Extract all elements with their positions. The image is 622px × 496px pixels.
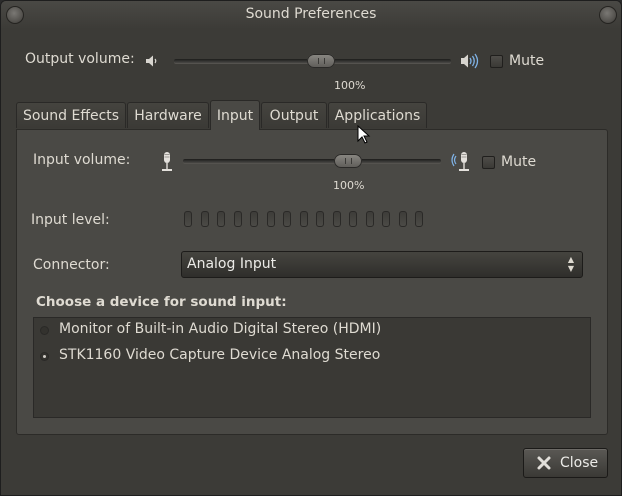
input-level-segment — [266, 211, 275, 227]
connector-combobox[interactable]: Analog Input ▲ ▼ — [181, 251, 583, 278]
input-level-segment — [283, 211, 291, 227]
input-level-segment — [398, 211, 407, 227]
mouse-cursor-icon — [357, 125, 371, 144]
input-level-label: Input level: — [31, 212, 110, 228]
device-radio-hdmi-monitor[interactable] — [40, 326, 49, 335]
microphone-low-icon[interactable] — [159, 151, 175, 173]
output-volume-slider-thumb[interactable] — [307, 54, 335, 68]
close-button-label: Close — [560, 455, 599, 471]
input-volume-slider-thumb[interactable] — [334, 154, 362, 168]
input-mute-checkbox[interactable] — [482, 156, 495, 169]
speaker-high-icon[interactable] — [459, 52, 481, 70]
input-level-segment — [217, 211, 225, 227]
input-level-segment — [332, 211, 341, 227]
input-device-list[interactable]: Monitor of Built-in Audio Digital Stereo… — [33, 317, 591, 418]
output-volume-percent: 100% — [334, 79, 366, 92]
connector-label: Connector: — [33, 257, 110, 273]
input-mute-label[interactable]: Mute — [501, 154, 536, 170]
window-title: Sound Preferences — [245, 6, 377, 22]
input-level-segment — [184, 211, 192, 227]
window-maximize-button[interactable] — [599, 6, 617, 24]
output-mute-label[interactable]: Mute — [509, 53, 544, 69]
tab-sound-effects[interactable]: Sound Effects — [16, 102, 126, 128]
connector-selected-value: Analog Input — [187, 256, 277, 272]
close-x-icon — [537, 456, 551, 470]
title-bar[interactable]: Sound Preferences — [1, 1, 621, 29]
input-volume-percent: 100% — [333, 179, 365, 192]
combo-arrows-icon: ▲ ▼ — [567, 255, 574, 273]
tab-input[interactable]: Input — [210, 100, 260, 130]
input-level-segment — [200, 211, 209, 227]
tab-output[interactable]: Output — [261, 102, 327, 128]
tab-hardware[interactable]: Hardware — [127, 102, 209, 128]
input-level-segment — [250, 211, 258, 227]
input-level-segment — [349, 211, 357, 227]
input-level-segment — [316, 211, 324, 227]
speaker-low-icon[interactable] — [144, 53, 160, 69]
input-level-segment — [299, 211, 308, 227]
input-level-segment — [382, 211, 390, 227]
input-level-segment — [415, 211, 423, 227]
sound-preferences-window: Sound Preferences Output volume: 100% Mu… — [0, 0, 622, 496]
microphone-high-icon[interactable] — [449, 151, 475, 173]
input-volume-slider[interactable] — [183, 159, 441, 163]
input-level-segment — [233, 211, 242, 227]
output-mute-checkbox[interactable] — [490, 55, 503, 68]
input-level-segment — [365, 211, 374, 227]
tab-applications[interactable]: Applications — [328, 102, 427, 128]
output-volume-label: Output volume: — [25, 51, 135, 67]
device-list-heading: Choose a device for sound input: — [36, 294, 287, 310]
close-button[interactable]: Close — [523, 448, 608, 478]
device-radio-stk1160[interactable] — [40, 352, 49, 361]
input-volume-label: Input volume: — [33, 152, 131, 168]
device-label-hdmi-monitor[interactable]: Monitor of Built-in Audio Digital Stereo… — [59, 321, 381, 337]
device-label-stk1160[interactable]: STK1160 Video Capture Device Analog Ster… — [59, 347, 380, 363]
